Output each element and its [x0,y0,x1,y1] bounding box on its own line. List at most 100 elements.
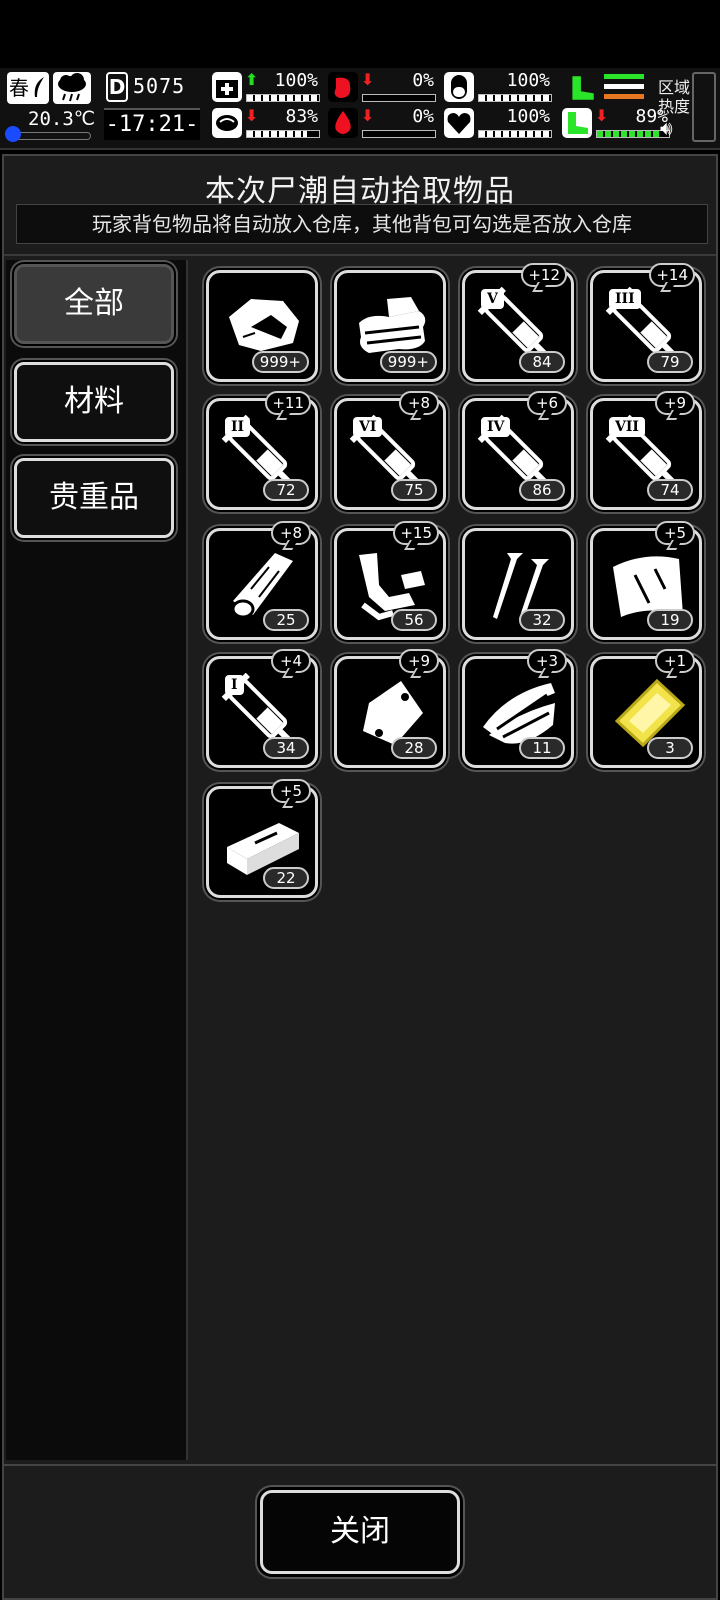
stomach-icon [328,72,358,102]
temperature-readout: 20.3℃ [28,108,96,130]
gain-badge: +5 [271,779,311,803]
close-button[interactable]: 关闭 [260,1490,460,1574]
category-sidebar: 全部 材料 贵重品 [6,260,188,1460]
gain-badge: +11 [265,391,311,415]
speaker-icon[interactable]: 🔊︎ [660,116,673,140]
item-slot[interactable]: +5 22 [206,779,318,898]
capsule-icon [444,72,474,102]
gain-badge: +4 [271,649,311,673]
item-count: 999+ [379,351,437,373]
item-slot[interactable]: VII +9 74 [590,391,702,510]
item-slot[interactable]: +9 28 [334,649,446,768]
divider [4,254,716,256]
item-slot[interactable]: 999+ [334,270,446,382]
status-bar: 春 20.3℃ D 5075 -17:21- ⬆ 100% ⬇ 0% 100% ⬇ 83% ⬇… [0,68,720,150]
tier-label: VII [609,417,645,437]
season-badge: 春 [7,72,49,104]
item-slot[interactable]: VI +8 75 [334,391,446,510]
stat-value: 0% [412,106,434,127]
item-count: 84 [519,351,565,373]
gain-badge: +3 [527,649,567,673]
item-count: 56 [391,609,437,631]
gain-badge: +5 [655,521,695,545]
cloud-rain-icon [53,72,91,104]
medkit-icon [212,72,242,102]
item-count: 72 [263,479,309,501]
panel-subtitle: 玩家背包物品将自动放入仓库，其他背包可勾选是否放入仓库 [16,204,708,244]
gain-badge: +8 [399,391,439,415]
gain-badge: +9 [655,391,695,415]
stat-mental: 100% [444,70,556,104]
item-slot[interactable]: I +4 34 [206,649,318,768]
stat-bar [362,130,436,138]
boot-icon [562,108,592,138]
stat-hunger: ⬇ 0% [328,70,440,104]
item-slot[interactable]: II +11 72 [206,391,318,510]
item-count: 79 [647,351,693,373]
item-count: 28 [391,737,437,759]
gain-badge: +15 [393,521,439,545]
tier-label: VI [353,417,383,437]
item-count: 11 [519,737,565,759]
stat-heart: 100% [444,106,556,140]
item-slot[interactable]: +3 11 [462,649,574,768]
item-slot[interactable]: V +12 84 [462,263,574,382]
stat-bar [478,130,552,138]
clock: -17:21- [104,108,200,140]
gain-badge: +14 [649,263,695,287]
stat-thirst: ⬇ 0% [328,106,440,140]
feather-icon [34,77,44,97]
item-count: 25 [263,609,309,631]
item-count: 22 [263,867,309,889]
item-slot[interactable]: III +14 79 [590,263,702,382]
item-count: 3 [647,737,693,759]
stat-value: 100% [506,70,550,91]
item-slot[interactable]: +1 3 [590,649,702,768]
gain-badge: +12 [521,263,567,287]
gain-badge: +9 [399,649,439,673]
tier-label: V [481,289,504,309]
item-slot[interactable]: +8 25 [206,521,318,640]
stat-value: 83% [285,106,318,127]
item-slot[interactable]: +5 19 [590,521,702,640]
gain-badge: +8 [271,521,311,545]
tier-label: III [609,289,641,309]
tier-label: II [225,417,251,437]
brain-icon [212,108,242,138]
item-slot[interactable]: IV +6 86 [462,391,574,510]
tab-valuables[interactable]: 贵重品 [14,458,174,538]
item-slot[interactable]: 999+ [206,270,318,382]
day-label: D [106,72,128,102]
stat-value: 100% [274,70,318,91]
item-count: 86 [519,479,565,501]
day-counter: 5075 [133,74,186,98]
footer: 关闭 [4,1464,716,1596]
tab-materials[interactable]: 材料 [14,362,174,442]
item-slot[interactable]: +15 56 [334,521,446,640]
item-slot[interactable]: 32 [462,528,574,640]
tier-label: I [225,675,244,695]
tier-label: IV [481,417,511,437]
heart-icon [444,108,474,138]
boot-icon [566,72,598,104]
tab-all[interactable]: 全部 [14,264,174,344]
item-count: 999+ [251,351,309,373]
region-heat-label: 区域 热度 [658,78,691,116]
item-count: 19 [647,609,693,631]
item-count: 34 [263,737,309,759]
stat-bar [478,94,552,102]
item-count: 74 [647,479,693,501]
gain-badge: +1 [655,649,695,673]
thermometer-icon [5,126,21,142]
stat-value: 100% [506,106,550,127]
stat-bar [596,130,670,138]
stat-health: ⬆ 100% [212,70,324,104]
item-count: 75 [391,479,437,501]
stamina-indicator [604,74,644,102]
stat-bar [246,94,320,102]
item-grid: 999+ 999+ V +12 84 III +14 79 II +11 72 VI +8 75 IV +6 8… [194,263,712,1464]
auto-pickup-panel: 本次尸潮自动拾取物品 玩家背包物品将自动放入仓库，其他背包可勾选是否放入仓库 全… [2,154,718,1600]
stat-bar [246,130,320,138]
stat-brain: ⬇ 83% [212,106,324,140]
gain-badge: +6 [527,391,567,415]
